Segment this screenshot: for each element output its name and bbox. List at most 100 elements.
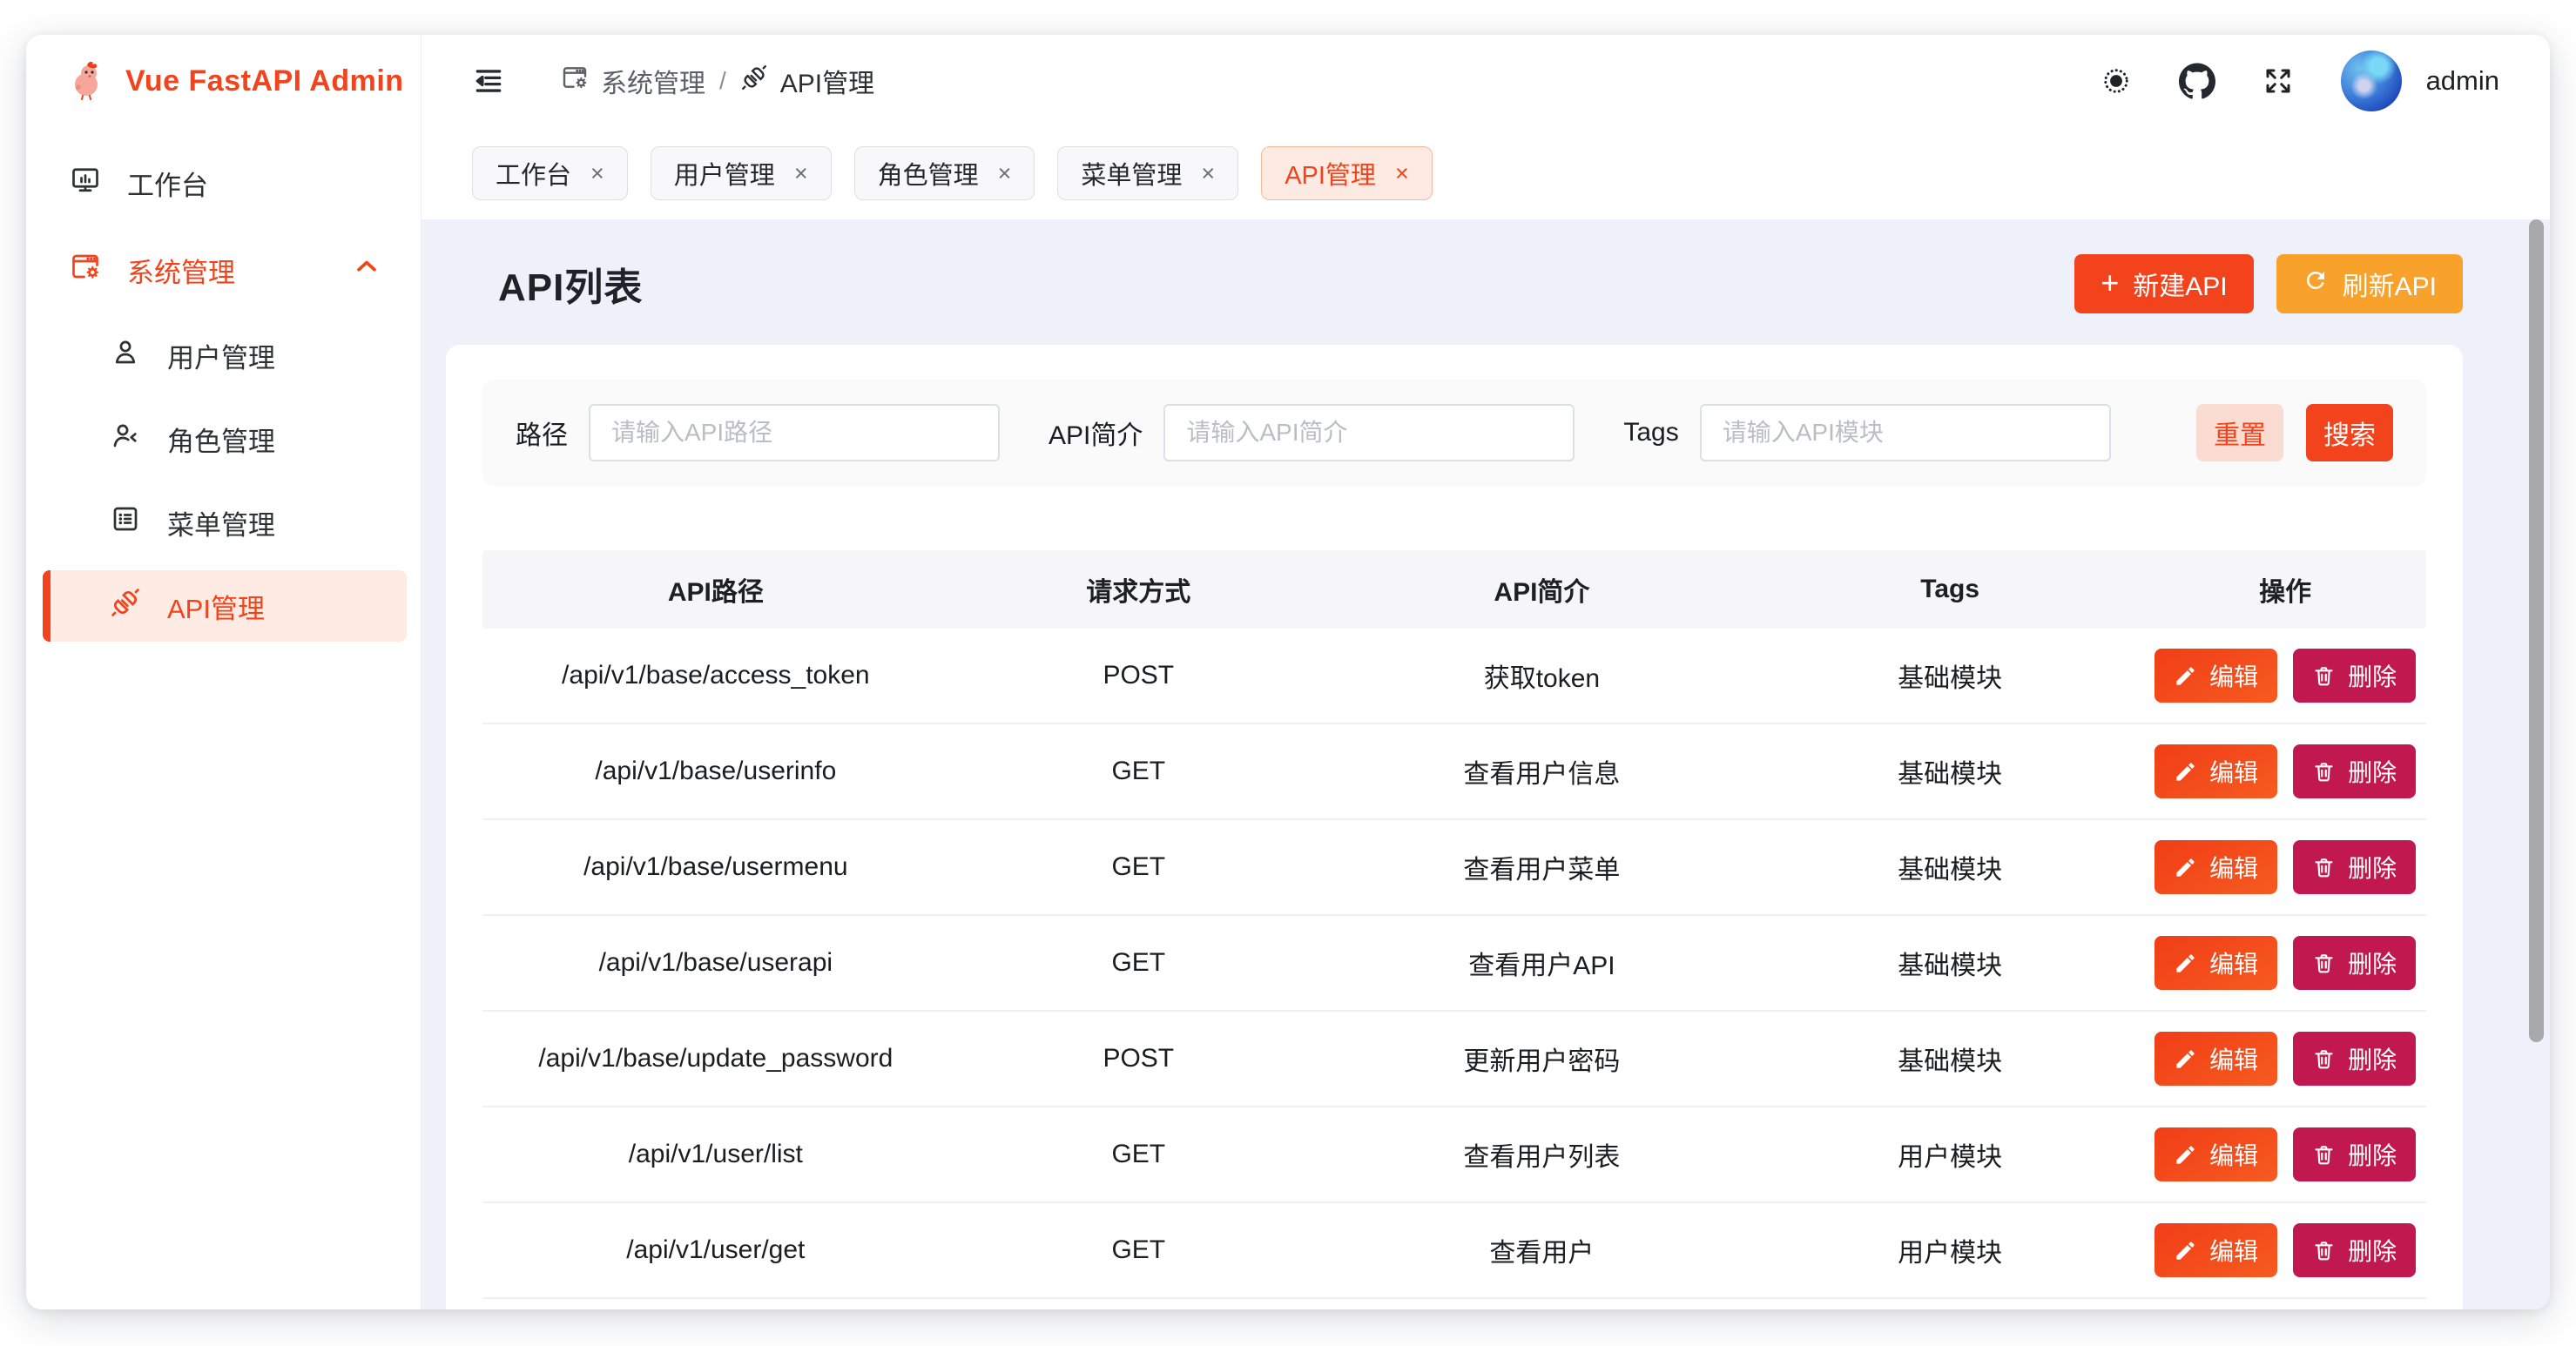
cell-method: POST [949, 1044, 1328, 1073]
table-row: /api/v1/base/userapiGET查看用户API基础模块编辑删除 [482, 916, 2426, 1012]
main-area: 系统管理 / API管理 [421, 35, 2550, 1309]
delete-row-button[interactable]: 删除 [2293, 1127, 2416, 1181]
delete-row-button[interactable]: 删除 [2293, 649, 2416, 703]
breadcrumb-system[interactable]: 系统管理 [561, 62, 705, 100]
row-action-label: 删除 [2348, 850, 2397, 885]
tab-close-icon[interactable]: × [1201, 160, 1215, 187]
trash-icon [2312, 856, 2336, 879]
table-row: /api/v1/user/getGET查看用户用户模块编辑删除 [482, 1203, 2426, 1299]
edit-row-button[interactable]: 编辑 [2155, 840, 2277, 894]
sidebar-nav: 工作台 系统管理 [26, 127, 421, 648]
fullscreen-icon[interactable] [2262, 65, 2294, 97]
breadcrumb-label: 系统管理 [601, 62, 705, 100]
tab-close-icon[interactable]: × [998, 160, 1012, 187]
sidebar-item-api[interactable]: API管理 [43, 570, 407, 642]
sidebar-item-label: 菜单管理 [167, 503, 275, 542]
trash-icon [2312, 760, 2336, 784]
collapse-sidebar-icon[interactable] [472, 64, 505, 98]
tab-workbench[interactable]: 工作台 × [472, 146, 628, 200]
edit-row-button[interactable]: 编辑 [2155, 1127, 2277, 1181]
row-action-label: 编辑 [2209, 658, 2258, 693]
create-api-label: 新建API [2133, 265, 2227, 303]
search-button[interactable]: 搜索 [2306, 404, 2393, 461]
reset-button[interactable]: 重置 [2196, 404, 2283, 461]
tab-label: 用户管理 [674, 155, 775, 192]
cell-method: POST [949, 661, 1328, 690]
delete-row-button[interactable]: 删除 [2293, 744, 2416, 798]
sidebar-item-label: 用户管理 [167, 336, 275, 375]
delete-row-button[interactable]: 删除 [2293, 1032, 2416, 1086]
trash-icon [2312, 664, 2336, 688]
avatar[interactable] [2341, 50, 2402, 111]
cell-path: /api/v1/base/usermenu [482, 852, 949, 882]
tab-close-icon[interactable]: × [590, 160, 604, 187]
create-api-button[interactable]: + 新建API [2074, 254, 2253, 313]
chevron-up-icon [351, 251, 382, 289]
refresh-api-button[interactable]: 刷新API [2276, 254, 2463, 313]
filter-tags-label: Tags [1623, 418, 1678, 448]
tab-label: 菜单管理 [1081, 155, 1182, 192]
sidebar-item-label: 工作台 [127, 164, 208, 203]
api-plug-icon [740, 64, 768, 98]
row-action-label: 删除 [2348, 946, 2397, 980]
tab-close-icon[interactable]: × [794, 160, 808, 187]
edit-row-button[interactable]: 编辑 [2155, 1223, 2277, 1277]
theme-sun-icon[interactable] [2101, 65, 2132, 97]
row-action-label: 编辑 [2209, 946, 2258, 980]
row-action-label: 编辑 [2209, 1041, 2258, 1076]
filter-summary-input[interactable] [1163, 404, 1575, 461]
cell-tags: 基础模块 [1756, 848, 2144, 886]
sidebar-item-roles[interactable]: 角色管理 [26, 397, 421, 481]
menu-list-icon [110, 503, 141, 542]
refresh-icon [2303, 267, 2329, 300]
tab-roles[interactable]: 角色管理 × [854, 146, 1035, 200]
sidebar-item-menus[interactable]: 菜单管理 [26, 481, 421, 564]
pencil-icon [2174, 952, 2197, 975]
cell-method: GET [949, 757, 1328, 786]
cell-actions: 编辑删除 [2144, 744, 2426, 798]
pencil-icon [2174, 1239, 2197, 1262]
col-tags: Tags [1756, 575, 2144, 604]
filter-path-input[interactable] [589, 404, 1000, 461]
cell-method: GET [949, 1235, 1328, 1265]
table-row: /api/v1/user/listGET查看用户列表用户模块编辑删除 [482, 1107, 2426, 1203]
username[interactable]: admin [2426, 65, 2499, 97]
tab-label: 工作台 [496, 155, 571, 192]
refresh-api-label: 刷新API [2343, 265, 2437, 303]
filter-path: 路径 [516, 404, 1000, 461]
tab-users[interactable]: 用户管理 × [651, 146, 832, 200]
cell-path: /api/v1/user/get [482, 1235, 949, 1265]
sidebar-item-users[interactable]: 用户管理 [26, 313, 421, 397]
breadcrumb-api[interactable]: API管理 [740, 62, 874, 100]
sidebar-item-workbench[interactable]: 工作台 [26, 139, 421, 226]
edit-row-button[interactable]: 编辑 [2155, 1032, 2277, 1086]
sidebar-item-label: 角色管理 [167, 420, 275, 459]
sidebar-item-system[interactable]: 系统管理 [26, 226, 421, 313]
pencil-icon [2174, 1143, 2197, 1167]
tab-menus[interactable]: 菜单管理 × [1057, 146, 1238, 200]
cell-actions: 编辑 删除 [2144, 936, 2426, 990]
tab-close-icon[interactable]: × [1395, 160, 1409, 187]
delete-row-button[interactable]: 删除 [2293, 840, 2416, 894]
pencil-icon [2174, 1047, 2197, 1071]
sidebar-item-label: API管理 [167, 587, 265, 626]
github-icon[interactable] [2179, 63, 2215, 99]
row-action-label: 删除 [2348, 1041, 2397, 1076]
trash-icon [2312, 1143, 2336, 1167]
edit-row-button[interactable]: 编辑 [2155, 649, 2277, 703]
system-settings-icon [561, 64, 589, 98]
filter-tags-input[interactable] [1700, 404, 2111, 461]
api-card: 路径 API简介 Tags 重置 搜索 [446, 345, 2463, 1309]
tab-api[interactable]: API管理 × [1261, 146, 1433, 200]
delete-row-button[interactable]: 删除 [2293, 1223, 2416, 1277]
cell-path: /api/v1/base/update_password [482, 1044, 949, 1073]
row-action-label: 编辑 [2209, 754, 2258, 789]
edit-row-button[interactable]: 编辑 [2155, 936, 2277, 990]
table-header: API路径 请求方式 API简介 Tags 操作 [482, 550, 2426, 629]
vertical-scrollbar[interactable] [2529, 219, 2544, 1042]
edit-row-button[interactable]: 编辑 [2155, 744, 2277, 798]
page-actions: + 新建API 刷新API [2074, 254, 2463, 313]
cell-method: GET [949, 1140, 1328, 1169]
table-row: /api/v1/base/update_passwordPOST更新用户密码基础… [482, 1012, 2426, 1107]
delete-row-button[interactable]: 删除 [2293, 936, 2416, 990]
